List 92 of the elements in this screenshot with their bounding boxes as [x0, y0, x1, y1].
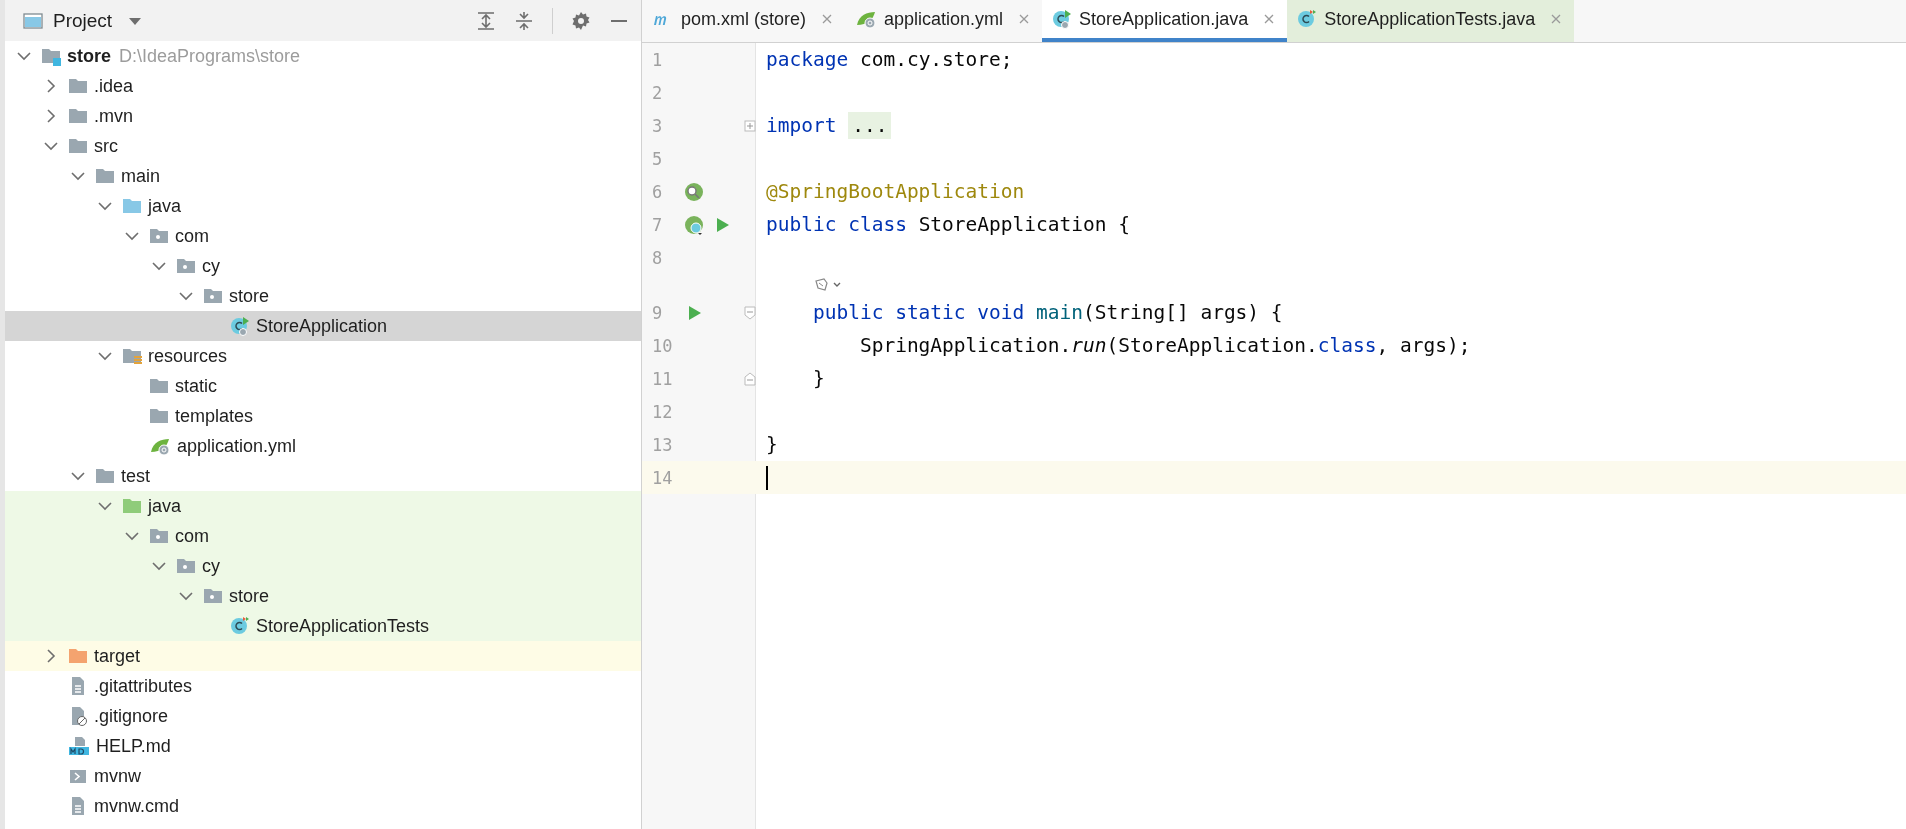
file-name[interactable]: StoreApplication [256, 315, 388, 337]
editor-tab[interactable]: StoreApplicationTests.java [1287, 0, 1575, 42]
editor-tab[interactable]: application.yml [845, 0, 1043, 42]
line-number: 14 [651, 467, 674, 488]
folder-name[interactable]: cy [202, 255, 220, 277]
folder-name[interactable]: store [67, 45, 111, 67]
folder-icon [95, 466, 115, 486]
folder-name[interactable]: store [229, 585, 270, 607]
tree-row[interactable]: cy [5, 551, 641, 581]
line-number: 7 [651, 214, 664, 235]
code-line: public static void main(String[] args) { [811, 301, 1283, 324]
folder-icon [149, 376, 169, 396]
class-icon [1297, 9, 1318, 29]
folder-name[interactable]: main [121, 165, 160, 187]
collapse-all-icon[interactable] [514, 10, 534, 31]
resources-folder-icon [122, 346, 142, 366]
line-number: 2 [651, 82, 664, 103]
folder-name[interactable]: .idea [94, 75, 134, 97]
close-icon[interactable] [1018, 13, 1031, 25]
tree-row[interactable]: store [5, 581, 641, 611]
line-number: 6 [651, 181, 664, 202]
package-icon [203, 286, 223, 306]
folder-name[interactable]: java [148, 195, 182, 217]
code-line: public class StoreApplication { [766, 213, 1130, 236]
class-icon [230, 316, 250, 336]
code-line: package com.cy.store; [766, 48, 1013, 71]
path-text: D:\IdeaPrograms\store [119, 45, 301, 67]
folder-icon [95, 166, 115, 186]
folder-name[interactable]: test [121, 465, 150, 487]
file-name[interactable]: .gitattributes [94, 675, 193, 697]
file-name[interactable]: StoreApplicationTests [256, 615, 430, 637]
file-name[interactable]: mvnw [94, 765, 141, 787]
line-number: 9 [651, 302, 664, 323]
folder-icon [68, 106, 88, 126]
package-icon [149, 226, 169, 246]
tree-row[interactable]: com [5, 521, 641, 551]
class-icon [1052, 9, 1073, 29]
tree-row[interactable]: StoreApplicationTests [5, 611, 641, 641]
file-name[interactable]: application.yml [177, 435, 297, 457]
folder-name[interactable]: resources [148, 345, 228, 367]
code-line: } [811, 367, 825, 390]
caret-icon [128, 15, 143, 26]
folder-icon [68, 136, 88, 156]
code-line: SpringApplication.run(StoreApplication.class, args); [858, 334, 1471, 357]
file-name[interactable]: mvnw.cmd [94, 795, 180, 817]
package-icon [176, 256, 196, 276]
folder-icon [68, 76, 88, 96]
folder-name[interactable]: java [148, 495, 182, 517]
module-folder-icon [41, 46, 61, 66]
code-line: import ... [766, 114, 892, 137]
package-icon [149, 526, 169, 546]
code-line: } [766, 433, 778, 456]
tree-row[interactable]: java [5, 491, 641, 521]
line-number: 13 [651, 434, 674, 455]
code-line: @SpringBootApplication [766, 180, 1025, 203]
line-number: 12 [651, 401, 674, 422]
line-number: 5 [651, 148, 664, 169]
file-name[interactable]: HELP.md [96, 735, 171, 757]
tree-row[interactable]: target [5, 641, 641, 671]
line-number: 10 [651, 335, 674, 356]
line-number: 8 [651, 247, 664, 268]
window-icon [23, 10, 43, 31]
editor-tab[interactable]: StoreApplication.java [1042, 0, 1288, 42]
line-number: 11 [651, 368, 674, 389]
folder-name[interactable]: com [175, 225, 209, 247]
folder-name[interactable]: com [175, 525, 209, 547]
file-name[interactable]: .gitignore [94, 705, 169, 727]
package-icon [176, 556, 196, 576]
folder-name[interactable]: templates [175, 405, 254, 427]
folder-name[interactable]: src [94, 135, 118, 157]
class-icon [230, 616, 250, 636]
folder-name[interactable]: cy [202, 555, 220, 577]
folder-icon [149, 406, 169, 426]
close-icon[interactable] [821, 13, 833, 25]
close-icon[interactable] [1263, 13, 1276, 25]
folder-name[interactable]: .mvn [94, 105, 133, 127]
folder-icon [122, 196, 142, 216]
line-number: 3 [651, 115, 664, 136]
view-selector[interactable]: Project [23, 9, 143, 32]
folder-icon [122, 496, 142, 516]
folder-name[interactable]: static [175, 375, 217, 397]
text-cursor [766, 465, 768, 490]
markdown-file-icon [68, 736, 90, 756]
expand-all-icon[interactable] [476, 10, 496, 31]
folder-name[interactable]: target [94, 645, 141, 667]
package-icon [203, 586, 223, 606]
editor-tab[interactable]: pom.xml (store) [642, 0, 845, 42]
line-number: 1 [651, 49, 664, 70]
settings-icon[interactable] [571, 10, 591, 31]
folder-icon [68, 646, 88, 666]
tree-row[interactable]: StoreApplication [5, 311, 641, 341]
folder-name[interactable]: store [229, 285, 270, 307]
